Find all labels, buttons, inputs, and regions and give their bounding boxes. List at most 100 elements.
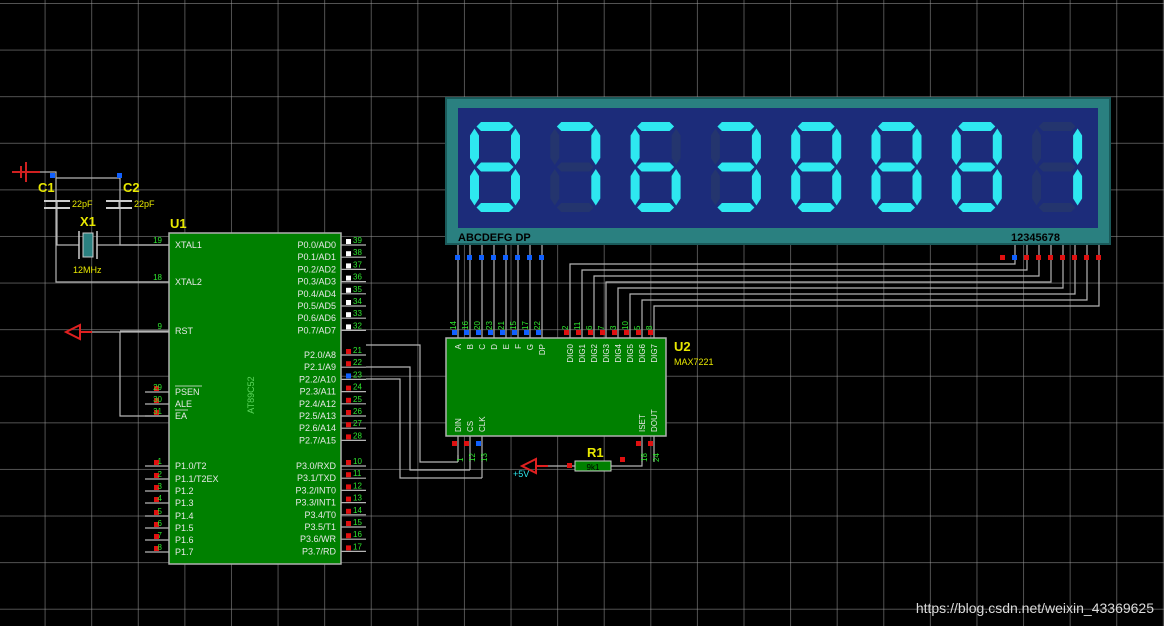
- u2-pin-number: 13: [480, 453, 489, 462]
- u1-pin-number: 28: [353, 431, 362, 440]
- crystal-x1[interactable]: [78, 231, 98, 259]
- u2-pin-number: 14: [449, 321, 458, 330]
- segment-g: [556, 162, 594, 172]
- u2-pin-name: DIG7: [650, 343, 659, 362]
- u1-pin-marker: [346, 349, 351, 354]
- u2-part-number: MAX7221: [674, 357, 714, 367]
- rst-power-terminal[interactable]: [63, 323, 92, 341]
- u2-pin-name: A: [454, 343, 463, 349]
- u1-pin-marker: [346, 484, 351, 490]
- segment-f: [630, 128, 640, 165]
- segment-b: [591, 128, 601, 165]
- display-pin-dot: [491, 255, 496, 260]
- display-pin-dot: [527, 255, 532, 260]
- wire: [641, 244, 1088, 314]
- display-pin-dot: [515, 255, 520, 260]
- u1-pin-name: P2.6/A14: [299, 423, 336, 433]
- u1-pin-name: RST: [175, 326, 194, 336]
- u1-pin-marker: [346, 385, 351, 391]
- u1-pin-number: 26: [353, 407, 362, 416]
- segment-g: [797, 162, 835, 172]
- seven-segment-display[interactable]: ABCDEFG DP 12345678: [445, 97, 1111, 245]
- segment-d: [556, 203, 594, 212]
- u2-pin-number: 17: [521, 321, 530, 330]
- segment-f: [871, 128, 881, 165]
- u1-pin-number: 14: [353, 506, 362, 515]
- wire: [593, 244, 1040, 314]
- wire: [569, 244, 1016, 314]
- u2-display-driver[interactable]: 14A16B20C23D21E15F17G22DP2DIG011DIG16DIG…: [445, 314, 667, 462]
- u2-pin-number: 21: [497, 321, 506, 330]
- segment-e: [791, 169, 801, 206]
- r1-value: 9k1: [587, 463, 600, 472]
- digit-pin-labels: 12345678: [1011, 232, 1060, 244]
- u1-pin-marker: [346, 521, 351, 526]
- u2-pin-name: ISET: [638, 414, 647, 432]
- segment-e: [550, 169, 560, 206]
- u1-pin-number: 11: [353, 469, 362, 478]
- segment-a: [556, 122, 594, 131]
- u2-pin-number: 23: [485, 321, 494, 330]
- segment-f: [951, 128, 961, 165]
- x1-value: 12MHz: [73, 265, 102, 275]
- u1-pin-marker: [346, 275, 351, 281]
- cap-pin-dot: [117, 173, 122, 178]
- u2-pin-number: 11: [573, 321, 582, 330]
- segment-c: [832, 169, 842, 206]
- ground-symbol[interactable]: [12, 162, 40, 182]
- resistor-r1[interactable]: 9k1: [574, 460, 612, 472]
- u1-pin-number: 4: [158, 494, 163, 503]
- u2-pin-name: D: [490, 344, 499, 350]
- wire: [611, 455, 643, 467]
- u1-pin-name: P0.7/AD7: [297, 325, 336, 335]
- segment-f: [550, 128, 560, 165]
- u1-pin-marker: [346, 460, 351, 465]
- u2-pin-name: DIG1: [578, 343, 587, 362]
- u1-pin-name: P3.7/RD: [302, 546, 337, 556]
- u1-pin-name: P2.7/A15: [299, 435, 336, 445]
- schematic-canvas[interactable]: ABCDEFG DP 12345678 AT89C52 19 XTAL118 XTA…: [0, 0, 1164, 626]
- u1-pin-number: 3: [158, 482, 163, 491]
- r1-pin-dot: [567, 463, 572, 468]
- u1-pin-marker: [346, 422, 351, 428]
- segment-d: [476, 203, 514, 212]
- u1-pin-number: 31: [153, 407, 162, 416]
- display-pin-dot: [1024, 255, 1029, 260]
- wire: [56, 177, 169, 246]
- segment-f: [470, 128, 479, 165]
- c1-reference: C1: [38, 180, 55, 195]
- u1-microcontroller[interactable]: AT89C52 19 XTAL118 XTAL29 RST29 PSEN30 ALE31 E…: [120, 232, 366, 565]
- u2-pin-name: DIG2: [590, 343, 599, 362]
- u1-pin-number: 38: [353, 248, 362, 257]
- u2-pin-name: CS: [466, 421, 475, 432]
- r1-reference: R1: [587, 445, 604, 460]
- u2-pin-name: E: [502, 344, 511, 349]
- display-pin-dot: [455, 255, 460, 260]
- u1-pin-marker: [346, 434, 351, 440]
- u1-pin-name: P1.3: [175, 498, 194, 508]
- segment-g: [637, 162, 675, 172]
- u2-pin-number: 7: [597, 325, 606, 330]
- display-pin-dot: [1072, 255, 1077, 260]
- u1-pin-name: P0.0/AD0: [297, 240, 336, 250]
- u1-pin-name: P1.6: [175, 535, 194, 545]
- segment-c: [751, 169, 761, 206]
- segment-c: [992, 169, 1002, 206]
- u2-pin-marker: [648, 441, 653, 446]
- u2-pin-marker: [476, 441, 481, 446]
- segment-b: [832, 128, 842, 165]
- u2-pin-number: 6: [585, 325, 594, 330]
- display-pin-dot: [539, 255, 544, 260]
- u1-pin-number: 19: [153, 236, 162, 245]
- u1-pin-marker: [346, 545, 351, 551]
- u1-pin-number: 27: [353, 419, 362, 428]
- u1-pin-marker: [346, 251, 351, 257]
- u2-pin-name: DIG4: [614, 343, 623, 362]
- segment-pin-labels: ABCDEFG DP: [458, 232, 531, 244]
- display-pin-dot: [479, 255, 484, 260]
- segment-d: [717, 203, 755, 212]
- u1-pin-marker: [346, 239, 351, 244]
- u1-pin-number: 37: [353, 260, 362, 269]
- u1-pin-name: P1.1/T2EX: [175, 474, 219, 484]
- segment-g: [717, 162, 755, 172]
